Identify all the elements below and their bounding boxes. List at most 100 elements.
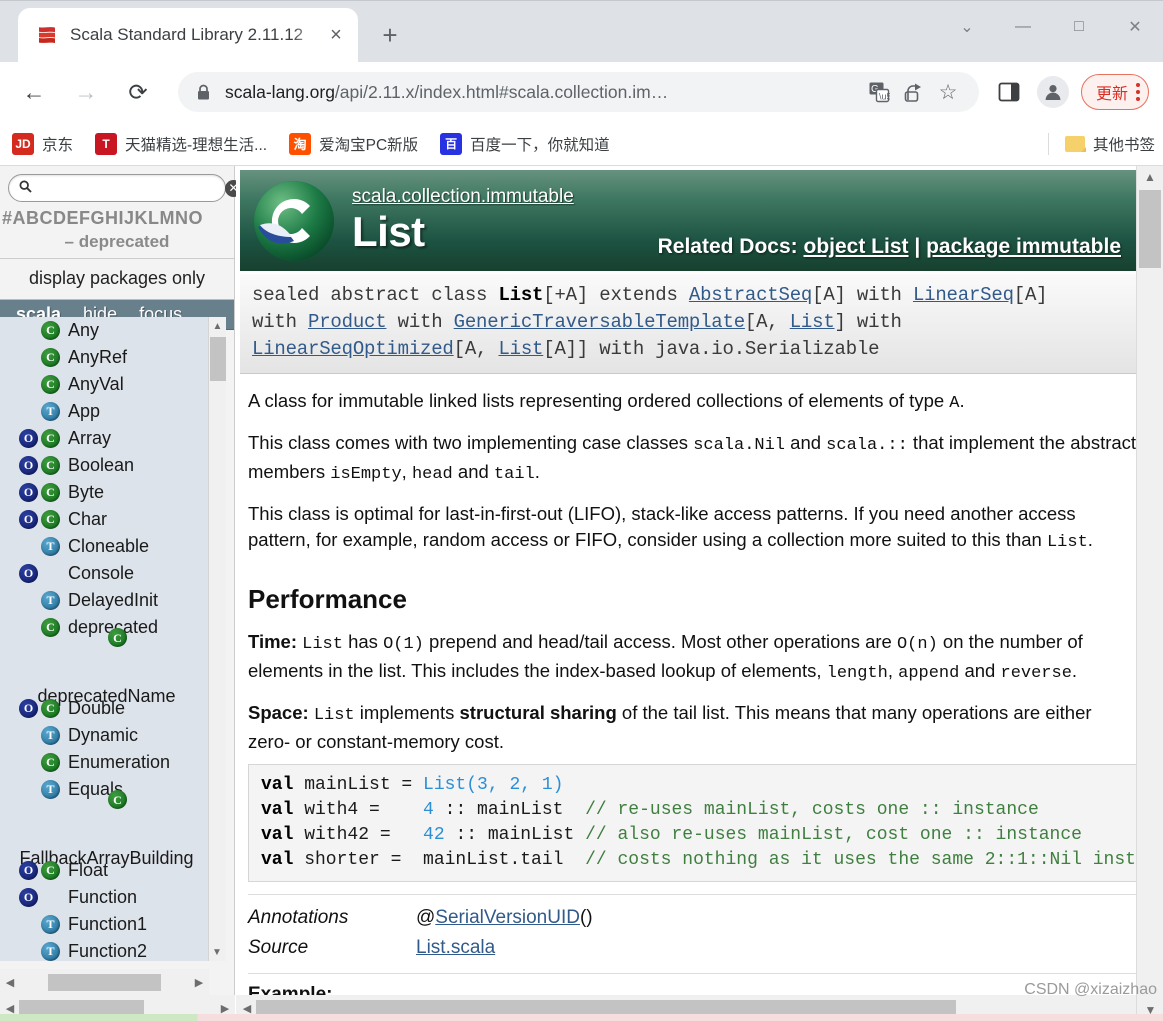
- bookmark-star-icon[interactable]: ☆: [931, 80, 965, 105]
- other-bookmarks[interactable]: 其他书签: [1047, 132, 1155, 155]
- scroll-left-icon[interactable]: ◀: [3, 1002, 17, 1015]
- sidebar-entity-enumeration[interactable]: C Enumeration: [0, 749, 209, 776]
- divider: [1047, 132, 1049, 155]
- sidebar-entity-anyref[interactable]: C AnyRef: [0, 344, 209, 371]
- related-object-link[interactable]: object List: [804, 235, 909, 258]
- sidebar-entity-console[interactable]: O Console: [0, 560, 209, 587]
- entity-label: Function: [68, 887, 138, 907]
- translate-icon[interactable]: G \u5b57: [863, 82, 897, 103]
- scroll-right-icon[interactable]: ▶: [218, 1002, 232, 1015]
- source-value: List.scala: [416, 933, 495, 963]
- profile-avatar-icon[interactable]: [1036, 76, 1069, 108]
- bookmark-item[interactable]: T 天猫精选-理想生活...: [95, 132, 268, 155]
- text: and: [452, 461, 494, 482]
- address-bar[interactable]: scala-lang.org/api/2.11.x/index.html#sca…: [178, 72, 979, 112]
- new-tab-button[interactable]: +: [372, 17, 408, 53]
- maximize-icon[interactable]: □: [1051, 1, 1107, 53]
- sidebar-entity-fallbackarraybuilding[interactable]: C FallbackArrayBuilding: [0, 790, 209, 868]
- sidebar-entity-any[interactable]: C Any: [0, 317, 209, 344]
- sidebar-entity-function2[interactable]: T Function2: [0, 938, 209, 961]
- sidebar-entity-byte[interactable]: O C Byte: [0, 479, 209, 506]
- scrollbar-thumb[interactable]: [210, 337, 226, 381]
- entity-label: App: [68, 401, 101, 421]
- serialversionuid-link[interactable]: SerialVersionUID: [435, 907, 580, 928]
- scroll-left-icon[interactable]: ◀: [240, 1002, 254, 1015]
- bookmark-item[interactable]: JD 京东: [12, 132, 74, 155]
- deprecated-filter[interactable]: – deprecated: [0, 232, 234, 259]
- source-label: Source: [248, 937, 309, 958]
- badge-placeholder: [19, 780, 38, 799]
- display-packages-only-toggle[interactable]: display packages only: [0, 259, 234, 300]
- entity-owner-link[interactable]: scala.collection.immutable: [352, 186, 574, 208]
- sig-link-product[interactable]: Product: [308, 311, 387, 333]
- scroll-up-icon[interactable]: ▲: [1137, 166, 1163, 188]
- entity-badges: T: [4, 780, 60, 799]
- related-package-link[interactable]: package immutable: [926, 235, 1121, 258]
- entity-name: List: [352, 207, 425, 255]
- sidebar-entity-delayedinit[interactable]: T DelayedInit: [0, 587, 209, 614]
- emphasis: structural sharing: [459, 702, 617, 723]
- sidebar-entity-boolean[interactable]: O C Boolean: [0, 452, 209, 479]
- scroll-left-icon[interactable]: ◀: [3, 976, 17, 989]
- sig-link-linearseqoptimized[interactable]: LinearSeqOptimized: [252, 338, 454, 360]
- divider: [248, 973, 1137, 974]
- badge-c-icon: C: [108, 628, 127, 647]
- search-input[interactable]: [32, 180, 225, 196]
- search-box[interactable]: ✕: [8, 174, 242, 202]
- sidebar-entity-deprecatedname[interactable]: CdeprecatedName: [0, 628, 209, 706]
- entity-badges: OC: [4, 483, 60, 502]
- sig-link-generictraversabletemplate[interactable]: GenericTraversableTemplate: [454, 311, 745, 333]
- bookmark-label: 京东: [42, 136, 74, 154]
- close-window-icon[interactable]: ✕: [1107, 1, 1163, 53]
- sidebar-entity-function[interactable]: O Function: [0, 884, 209, 911]
- share-icon[interactable]: [897, 82, 931, 103]
- sidebar-vertical-scrollbar[interactable]: ▲ ▼: [208, 317, 226, 961]
- sidebar-entity-anyval[interactable]: C AnyVal: [0, 371, 209, 398]
- entity-label: Any: [68, 320, 100, 340]
- badge-t-icon: T: [41, 942, 60, 961]
- browser-tab[interactable]: Scala Standard Library 2.11.12 ×: [18, 8, 358, 62]
- bookmark-item[interactable]: 百 百度一下，你就知道: [440, 132, 610, 155]
- bookmark-item[interactable]: 淘 爱淘宝PC新版: [289, 132, 418, 155]
- sidebar-entity-char[interactable]: O C Char: [0, 506, 209, 533]
- chevron-down-icon[interactable]: ⌄: [939, 1, 995, 53]
- sidebar-entity-array[interactable]: O C Array: [0, 425, 209, 452]
- scroll-up-icon[interactable]: ▲: [209, 317, 226, 335]
- forward-icon[interactable]: →: [66, 72, 106, 112]
- sidebar-horizontal-scrollbar-inner[interactable]: ◀ ▶: [0, 969, 209, 995]
- code-line: val mainList = List(3, 2, 1): [261, 773, 1124, 798]
- content-vertical-scrollbar[interactable]: ▲ ▼: [1136, 166, 1163, 1021]
- source-file-link[interactable]: List.scala: [416, 937, 495, 958]
- alphabet-index[interactable]: #ABCDEFGHIJKLMNO: [0, 206, 234, 232]
- sidebar-entity-double[interactable]: O C Double: [0, 695, 209, 722]
- scroll-right-icon[interactable]: ▶: [192, 976, 206, 989]
- sig-text: [+A] extends: [543, 284, 689, 306]
- sig-link-list[interactable]: List: [790, 311, 835, 333]
- back-icon[interactable]: ←: [14, 72, 54, 112]
- sig-link-linearseq[interactable]: LinearSeq: [913, 284, 1014, 306]
- code-text: :: mainList: [433, 800, 586, 820]
- badge-placeholder: [19, 321, 38, 340]
- sig-link-list[interactable]: List: [498, 338, 543, 360]
- scroll-down-icon[interactable]: ▼: [209, 943, 225, 961]
- sidebar-entity-function1[interactable]: T Function1: [0, 911, 209, 938]
- sidebar-entity-dynamic[interactable]: T Dynamic: [0, 722, 209, 749]
- code-line: val with42 = 42 :: mainList // also re-u…: [261, 823, 1124, 848]
- side-panel-icon[interactable]: [991, 74, 1027, 110]
- time-label: Time:: [248, 631, 298, 652]
- update-button[interactable]: 更新: [1080, 74, 1149, 110]
- entity-label: Byte: [68, 482, 105, 502]
- sidebar-entity-app[interactable]: T App: [0, 398, 209, 425]
- scrollbar-thumb[interactable]: [1139, 190, 1161, 268]
- scrollbar-thumb[interactable]: [48, 973, 161, 991]
- entity-label: Boolean: [68, 455, 135, 475]
- inline-code: head: [411, 465, 453, 484]
- sig-link-abstractseq[interactable]: AbstractSeq: [689, 284, 812, 306]
- close-icon[interactable]: ×: [322, 21, 350, 49]
- minimize-icon[interactable]: —: [995, 1, 1051, 53]
- reload-icon[interactable]: ⟳: [118, 72, 158, 112]
- badge-o-icon: O: [19, 699, 38, 718]
- sidebar-entity-cloneable[interactable]: T Cloneable: [0, 533, 209, 560]
- bookmark-label: 天猫精选-理想生活...: [125, 136, 268, 154]
- three-dot-menu-icon[interactable]: [1136, 83, 1140, 101]
